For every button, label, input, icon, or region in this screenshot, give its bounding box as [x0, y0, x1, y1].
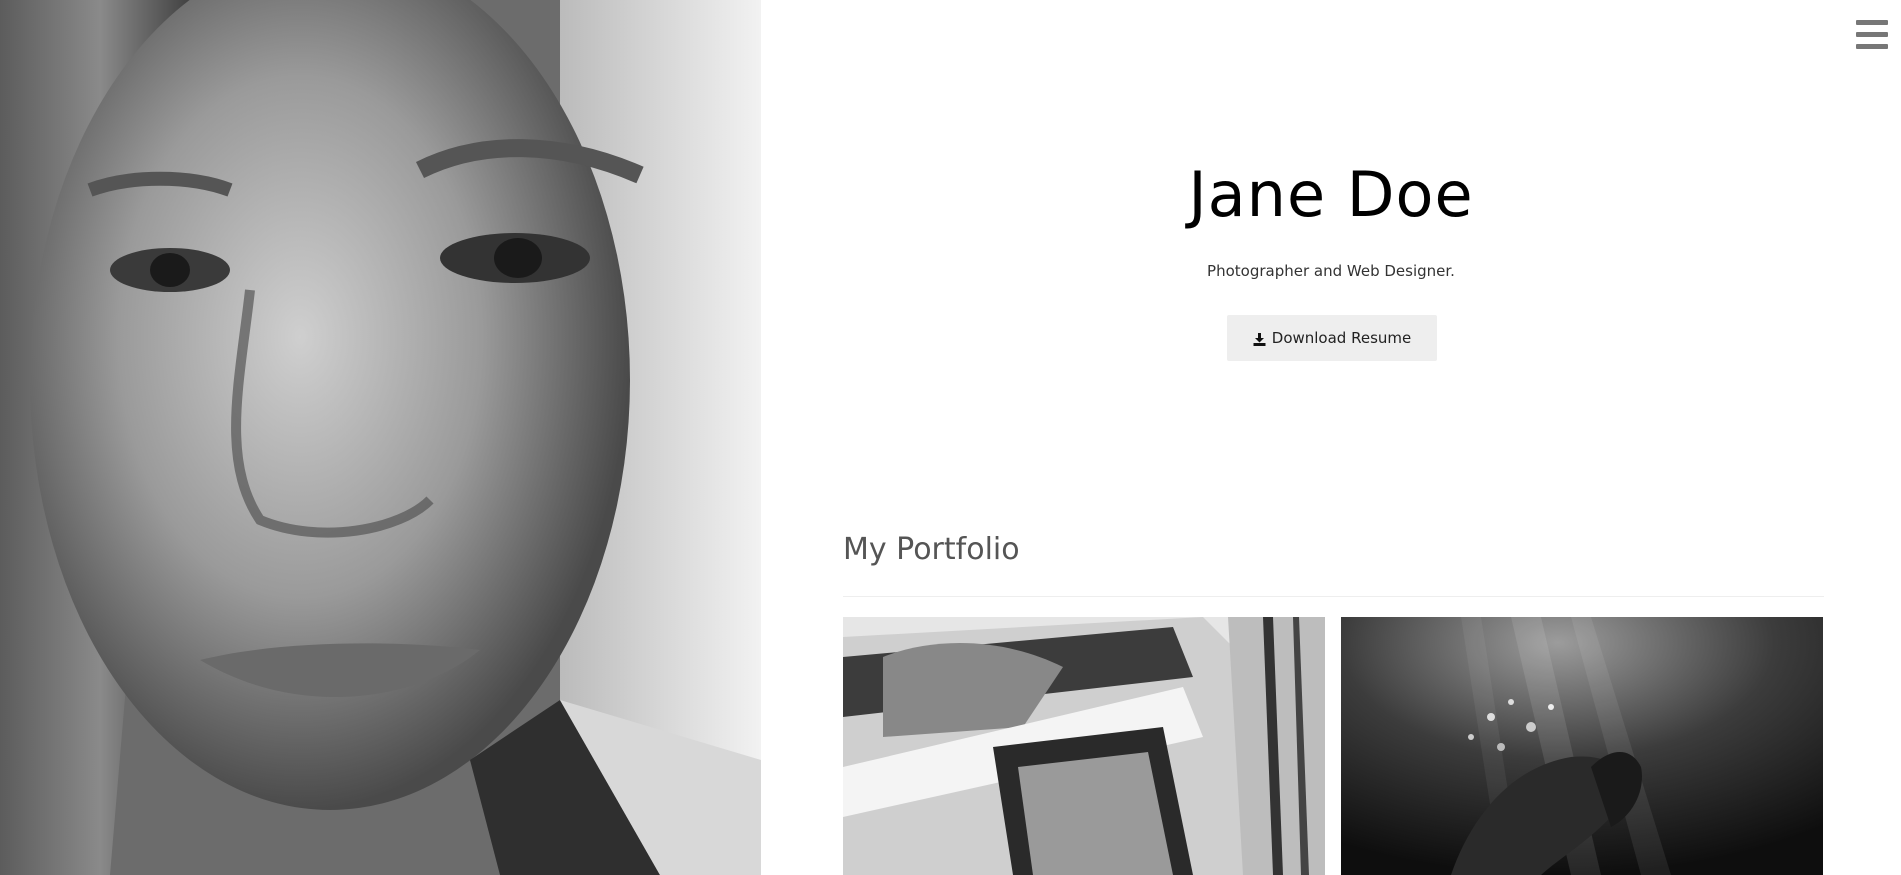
portfolio-divider	[843, 596, 1824, 597]
portfolio-item-underwater[interactable]	[1341, 617, 1823, 875]
page: Jane Doe Photographer and Web Designer. …	[0, 0, 1901, 875]
portfolio-item-wedding-car[interactable]	[843, 617, 1325, 875]
portrait-photo	[0, 0, 761, 875]
page-title: Jane Doe	[1188, 158, 1474, 231]
main-content: Jane Doe Photographer and Web Designer. …	[761, 0, 1901, 875]
download-resume-button[interactable]: Download Resume	[1227, 315, 1437, 361]
download-resume-label: Download Resume	[1271, 329, 1412, 347]
underwater-photo	[1341, 617, 1823, 875]
download-icon	[1253, 332, 1266, 346]
portfolio-heading: My Portfolio	[843, 532, 1020, 567]
wedding-car-photo	[843, 617, 1325, 875]
hero-subtitle: Photographer and Web Designer.	[1207, 262, 1455, 280]
